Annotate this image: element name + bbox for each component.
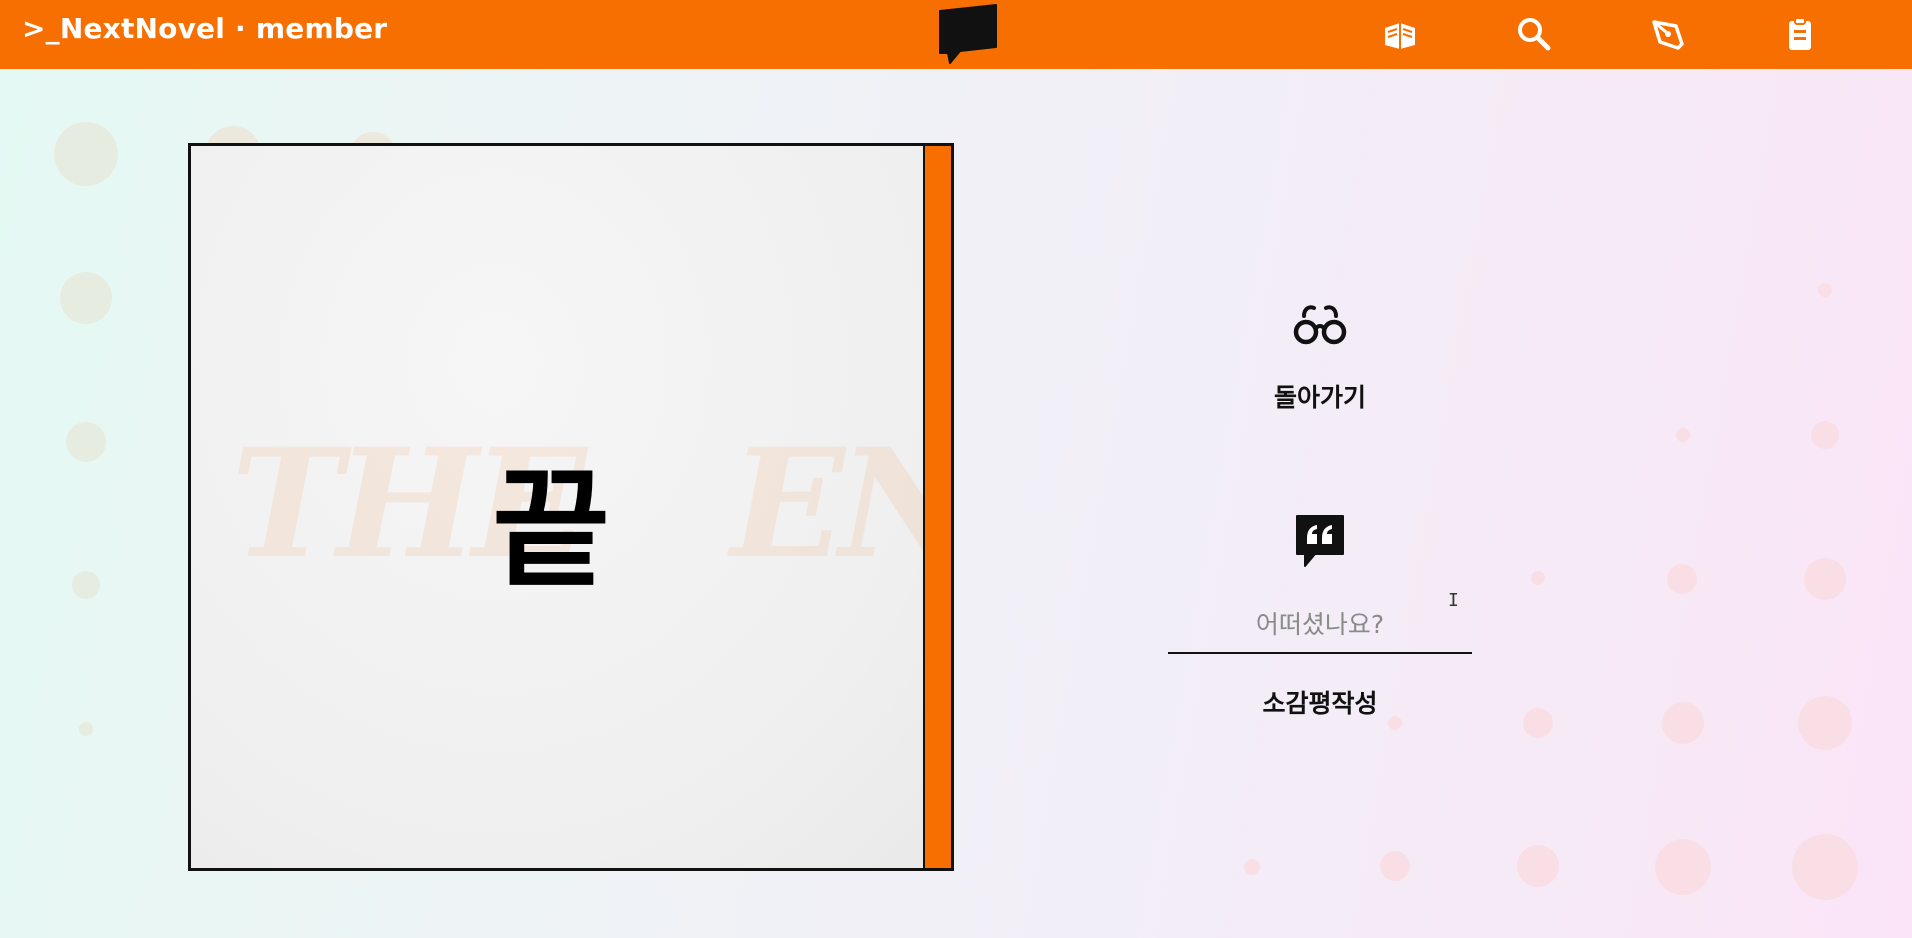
top-navigation-bar: >_NextNovel · member [0, 0, 1912, 69]
end-main-text: 끝 [492, 456, 610, 605]
book-cover: THEEND. 끝 [188, 143, 954, 871]
review-submit-label[interactable]: 소감평작성 [1220, 684, 1420, 720]
books-icon[interactable] [1380, 14, 1420, 54]
review-input[interactable] [1168, 596, 1472, 654]
search-icon[interactable] [1514, 14, 1554, 54]
brand-name[interactable]: >_NextNovel [22, 12, 225, 45]
back-label[interactable]: 돌아가기 [1220, 378, 1420, 414]
text-cursor-icon: I [1448, 590, 1459, 611]
glasses-icon[interactable] [1290, 302, 1350, 352]
user-role: member [255, 12, 388, 45]
the-end-title: THEEND. 끝 [231, 416, 951, 605]
pen-icon[interactable] [1648, 14, 1688, 54]
book-spine [923, 146, 951, 868]
clipboard-icon[interactable] [1780, 14, 1820, 54]
speech-bubble-logo-icon[interactable] [938, 3, 1000, 65]
review-submit-button[interactable]: 소감평작성 [1220, 684, 1420, 720]
back-action[interactable]: 돌아가기 [1220, 302, 1420, 414]
brand-separator: · [235, 12, 246, 45]
quote-icon [1296, 515, 1344, 567]
brand[interactable]: >_NextNovel · member [22, 12, 387, 45]
